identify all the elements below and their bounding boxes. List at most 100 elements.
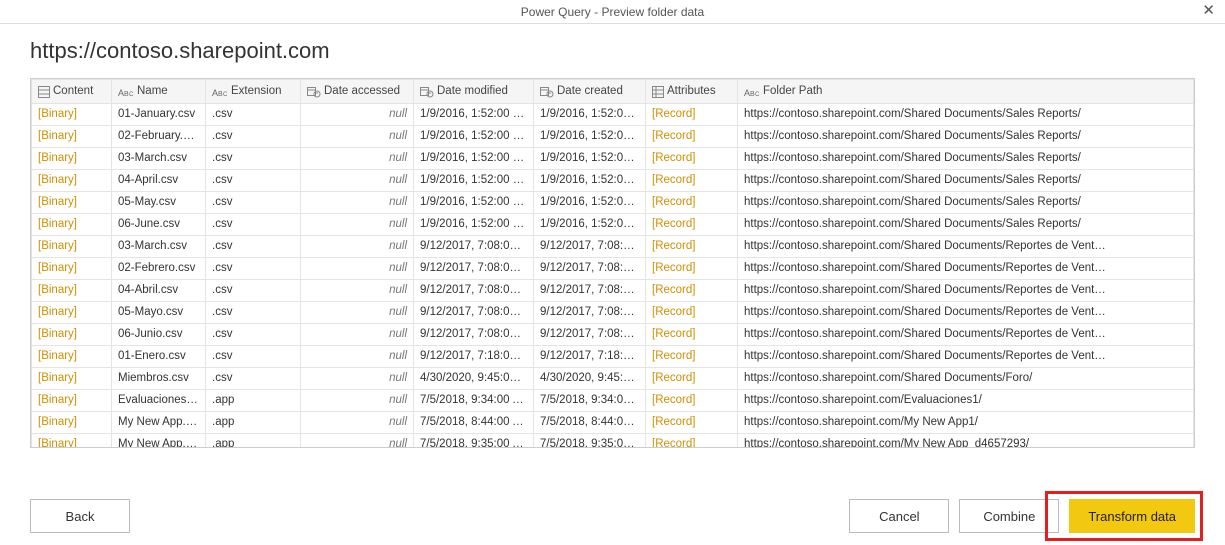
table-row[interactable]: [Binary]02-Febrero.csv.csvnull9/12/2017,… (32, 258, 1194, 280)
dialog-footer: Back Cancel Combine Transform data (0, 499, 1225, 533)
col-header-date-modified[interactable]: Date modified (414, 80, 534, 104)
window-title: Power Query - Preview folder data (521, 5, 704, 19)
col-header-date-created[interactable]: Date created (534, 80, 646, 104)
close-icon[interactable]: ✕ (1198, 2, 1219, 20)
col-header-extension[interactable]: ABC Extension (206, 80, 301, 104)
cell: null (301, 126, 414, 148)
cell: null (301, 302, 414, 324)
cell: [Binary] (32, 368, 112, 390)
table-row[interactable]: [Binary]03-March.csv.csvnull1/9/2016, 1:… (32, 148, 1194, 170)
cell: https://contoso.sharepoint.com/Shared Do… (738, 192, 1194, 214)
cell: null (301, 214, 414, 236)
cell: 7/5/2018, 8:44:00 AM (534, 412, 646, 434)
cell: 06-June.csv (112, 214, 206, 236)
table-row[interactable]: [Binary]04-April.csv.csvnull1/9/2016, 1:… (32, 170, 1194, 192)
cell: .csv (206, 368, 301, 390)
cell: [Record] (646, 390, 738, 412)
cell: https://contoso.sharepoint.com/My New Ap… (738, 434, 1194, 449)
table-row[interactable]: [Binary]05-Mayo.csv.csvnull9/12/2017, 7:… (32, 302, 1194, 324)
cell: 9/12/2017, 7:08:00 A… (534, 302, 646, 324)
cell: https://contoso.sharepoint.com/Shared Do… (738, 324, 1194, 346)
text-type-icon: ABC (118, 86, 134, 98)
title-bar: Power Query - Preview folder data ✕ (0, 0, 1225, 24)
cell: 03-March.csv (112, 148, 206, 170)
cell: 9/12/2017, 7:08:00 A… (534, 324, 646, 346)
table-row[interactable]: [Binary]04-Abril.csv.csvnull9/12/2017, 7… (32, 280, 1194, 302)
table-row[interactable]: [Binary]02-February.csv.csvnull1/9/2016,… (32, 126, 1194, 148)
cell: [Binary] (32, 412, 112, 434)
col-header-date-accessed[interactable]: Date accessed (301, 80, 414, 104)
cell: [Binary] (32, 192, 112, 214)
cell: 1/9/2016, 1:52:00 PM (414, 170, 534, 192)
table-row[interactable]: [Binary]06-Junio.csv.csvnull9/12/2017, 7… (32, 324, 1194, 346)
cell: 9/12/2017, 7:18:00 A… (534, 346, 646, 368)
cell: https://contoso.sharepoint.com/Shared Do… (738, 258, 1194, 280)
cell: 02-Febrero.csv (112, 258, 206, 280)
cell: 4/30/2020, 9:45:00 A… (534, 368, 646, 390)
cell: [Binary] (32, 170, 112, 192)
cell: 9/12/2017, 7:08:00 AM (414, 324, 534, 346)
cell: 9/12/2017, 7:18:00 AM (414, 346, 534, 368)
table-row[interactable]: [Binary]05-May.csv.csvnull1/9/2016, 1:52… (32, 192, 1194, 214)
table-row[interactable]: [Binary]01-Enero.csv.csvnull9/12/2017, 7… (32, 346, 1194, 368)
cell: My New App.app (112, 434, 206, 449)
cell: 7/5/2018, 8:44:00 AM (414, 412, 534, 434)
cell: https://contoso.sharepoint.com/Shared Do… (738, 302, 1194, 324)
cell: null (301, 258, 414, 280)
cell: [Binary] (32, 324, 112, 346)
data-preview-table: Content ABC Name ABC Extension (30, 78, 1195, 448)
cell: https://contoso.sharepoint.com/Shared Do… (738, 214, 1194, 236)
table-row[interactable]: [Binary]My New App.app.appnull7/5/2018, … (32, 434, 1194, 449)
cell: null (301, 192, 414, 214)
page-title: https://contoso.sharepoint.com (30, 38, 1195, 64)
col-header-folder-path[interactable]: ABC Folder Path (738, 80, 1194, 104)
cell: [Binary] (32, 236, 112, 258)
cell: [Record] (646, 280, 738, 302)
cell: 1/9/2016, 1:52:00 PM (414, 126, 534, 148)
cancel-button[interactable]: Cancel (849, 499, 949, 533)
cell: https://contoso.sharepoint.com/Shared Do… (738, 368, 1194, 390)
cell: [Record] (646, 324, 738, 346)
table-row[interactable]: [Binary]Miembros.csv.csvnull4/30/2020, 9… (32, 368, 1194, 390)
cell: .csv (206, 280, 301, 302)
cell: 1/9/2016, 1:52:00 PM (534, 214, 646, 236)
table-row[interactable]: [Binary]06-June.csv.csvnull1/9/2016, 1:5… (32, 214, 1194, 236)
table-row[interactable]: [Binary]03-March.csv.csvnull9/12/2017, 7… (32, 236, 1194, 258)
cell: 01-January.csv (112, 104, 206, 126)
record-type-icon (652, 86, 664, 98)
cell: .csv (206, 126, 301, 148)
cell: null (301, 390, 414, 412)
col-header-attributes[interactable]: Attributes (646, 80, 738, 104)
col-header-content[interactable]: Content (32, 80, 112, 104)
cell: 1/9/2016, 1:52:00 PM (414, 148, 534, 170)
cell: [Record] (646, 236, 738, 258)
cell: 7/5/2018, 9:34:00 AM (414, 390, 534, 412)
table-row[interactable]: [Binary]01-January.csv.csvnull1/9/2016, … (32, 104, 1194, 126)
table-row[interactable]: [Binary]Evaluaciones.app.appnull7/5/2018… (32, 390, 1194, 412)
cell: null (301, 412, 414, 434)
cell: [Record] (646, 346, 738, 368)
col-header-name[interactable]: ABC Name (112, 80, 206, 104)
cell: https://contoso.sharepoint.com/Evaluacio… (738, 390, 1194, 412)
cell: .csv (206, 214, 301, 236)
cell: 03-March.csv (112, 236, 206, 258)
cell: 01-Enero.csv (112, 346, 206, 368)
cell: .csv (206, 104, 301, 126)
transform-data-button[interactable]: Transform data (1069, 499, 1195, 533)
combine-button[interactable]: Combine (959, 499, 1059, 533)
cell: 7/5/2018, 9:35:00 AM (414, 434, 534, 449)
cell: [Record] (646, 368, 738, 390)
cell: 9/12/2017, 7:08:00 AM (414, 236, 534, 258)
cell: null (301, 280, 414, 302)
table-row[interactable]: [Binary]My New App.app.appnull7/5/2018, … (32, 412, 1194, 434)
cell: 1/9/2016, 1:52:00 PM (534, 192, 646, 214)
cell: 04-April.csv (112, 170, 206, 192)
cell: [Binary] (32, 390, 112, 412)
back-button[interactable]: Back (30, 499, 130, 533)
cell: [Record] (646, 302, 738, 324)
cell: [Record] (646, 258, 738, 280)
cell: null (301, 104, 414, 126)
svg-text:C: C (755, 92, 760, 98)
cell: https://contoso.sharepoint.com/Shared Do… (738, 346, 1194, 368)
cell: null (301, 148, 414, 170)
